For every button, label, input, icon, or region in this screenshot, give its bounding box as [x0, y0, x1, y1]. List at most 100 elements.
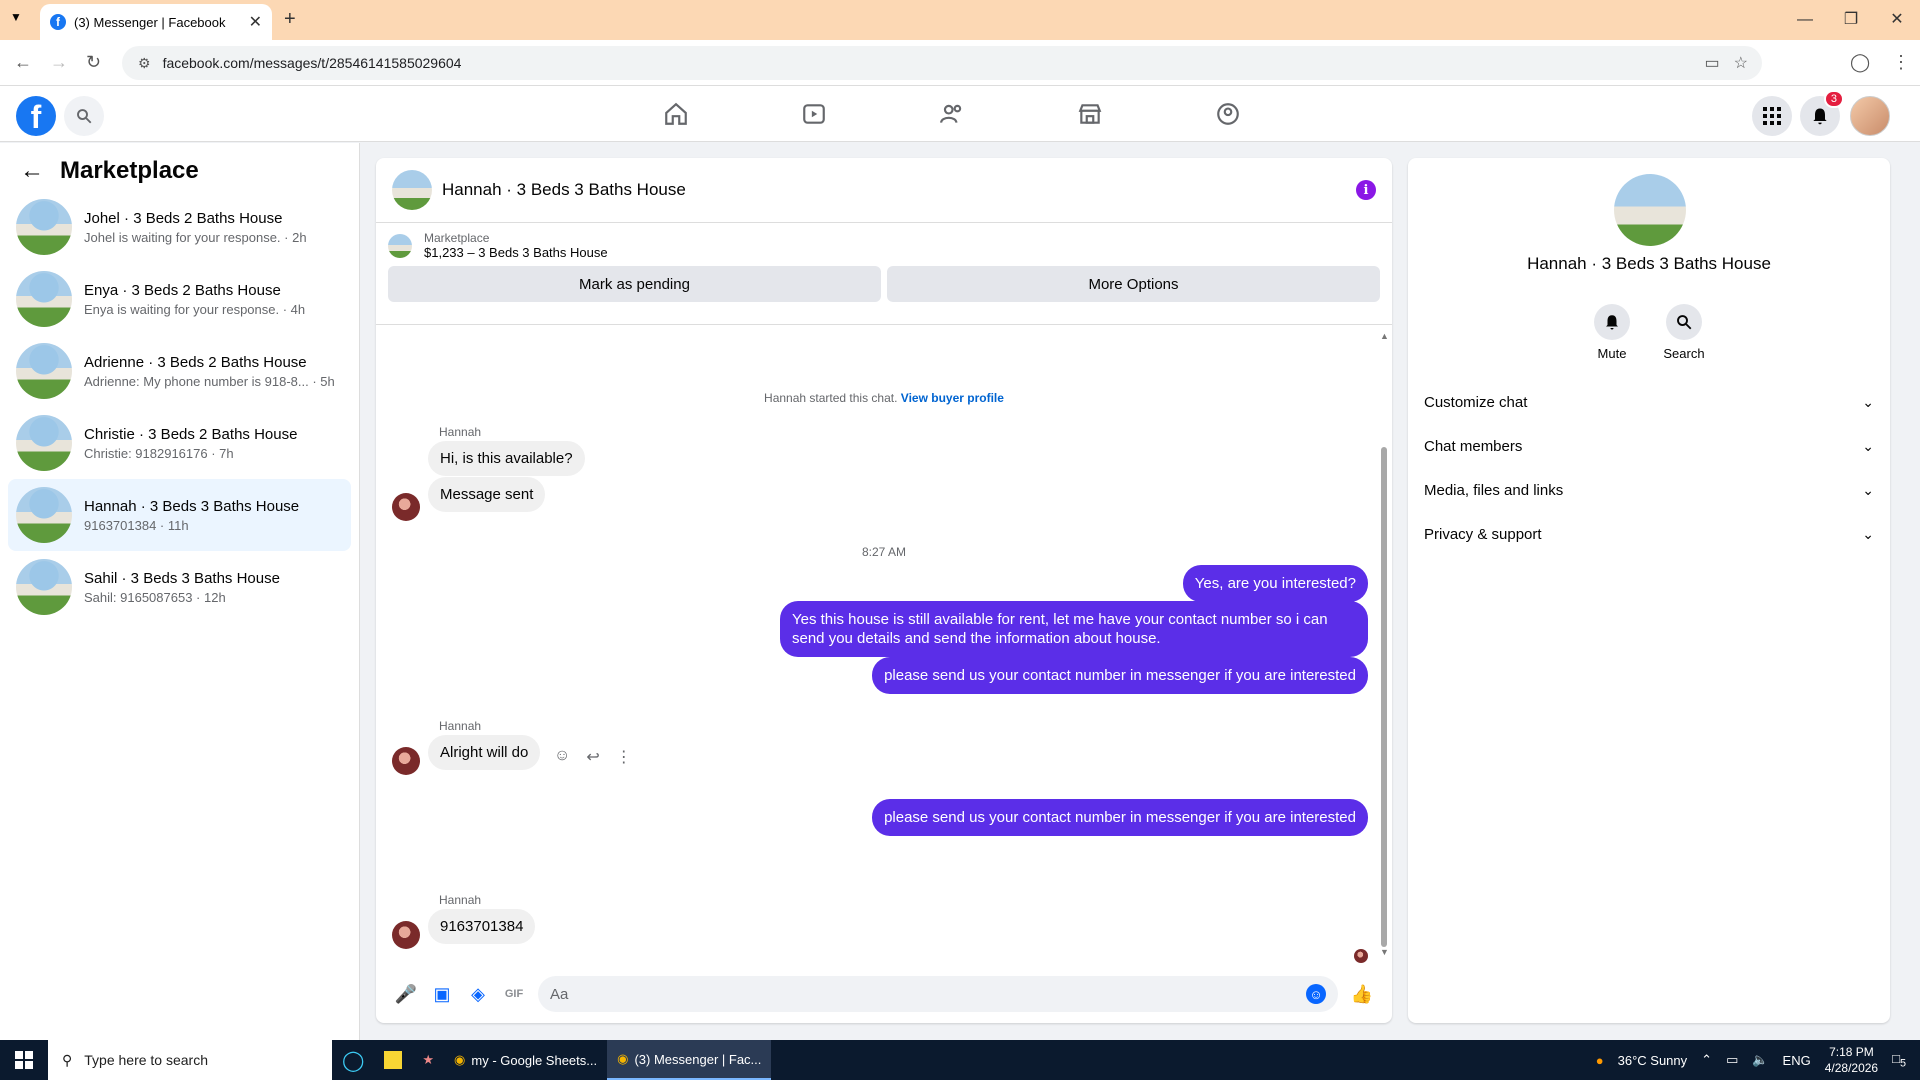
incoming-message[interactable]: Message sent — [428, 477, 546, 512]
new-tab-icon[interactable]: + — [284, 8, 296, 31]
privacy-support-section[interactable]: Privacy & support ⌄ — [1424, 512, 1874, 556]
conversation-item[interactable]: Adrienne · 3 Beds 2 Baths House Adrienne… — [8, 335, 351, 407]
friends-icon[interactable] — [936, 98, 968, 130]
conversation-item[interactable]: Sahil · 3 Beds 3 Baths House Sahil: 9165… — [8, 551, 351, 623]
weather-icon[interactable]: ● — [1596, 1053, 1604, 1068]
chevron-up-icon[interactable]: ⌃ — [1701, 1052, 1712, 1068]
notifications-bell-icon[interactable]: 3 — [1800, 90, 1844, 136]
edge-icon[interactable]: ◯ — [332, 1040, 374, 1080]
sticker-icon[interactable]: ◈ — [460, 976, 496, 1012]
conversation-name: Hannah · 3 Beds 3 Baths House — [84, 497, 300, 515]
back-arrow-icon[interactable]: ← — [14, 52, 32, 73]
weather-text[interactable]: 36°C Sunny — [1618, 1053, 1688, 1068]
language-indicator[interactable]: ENG — [1783, 1053, 1811, 1068]
listing-thumbnail[interactable] — [388, 233, 412, 258]
restore-icon[interactable]: ❐ — [1828, 0, 1874, 40]
bookmark-star-icon[interactable]: ☆ — [1734, 53, 1748, 73]
incoming-message[interactable]: Alright will do — [428, 735, 541, 770]
more-actions-icon[interactable]: ⋮ — [616, 747, 632, 767]
site-info-icon[interactable]: ⚙ — [138, 55, 151, 72]
reply-icon[interactable]: ↩ — [586, 747, 599, 767]
mark-as-pending-button[interactable]: Mark as pending — [388, 266, 881, 302]
sender-avatar[interactable] — [392, 747, 420, 775]
sender-name: Hannah — [439, 719, 482, 733]
windows-start-icon[interactable] — [0, 1040, 48, 1080]
chat-members-section[interactable]: Chat members ⌄ — [1424, 424, 1874, 468]
sender-avatar[interactable] — [392, 921, 420, 949]
marketplace-icon[interactable] — [1074, 98, 1106, 130]
listing-title[interactable]: $1,233 – 3 Beds 3 Baths House — [424, 245, 608, 260]
taskbar-search-box[interactable]: ⚲ Type here to search — [48, 1040, 332, 1080]
mute-button[interactable]: Mute — [1582, 304, 1642, 361]
customize-chat-section[interactable]: Customize chat ⌄ — [1424, 380, 1874, 424]
attach-photo-icon[interactable]: ▣ — [424, 976, 460, 1012]
react-emoji-icon[interactable]: ☺ — [554, 747, 570, 767]
microphone-icon[interactable]: 🎤 — [388, 976, 424, 1012]
chat-avatar[interactable] — [392, 170, 432, 210]
profile-icon[interactable]: ◯ — [1850, 52, 1870, 73]
search-icon: ⚲ — [62, 1051, 73, 1068]
back-arrow-icon[interactable]: ← — [20, 157, 44, 185]
clock-date: 4/28/2026 — [1824, 1061, 1879, 1075]
facebook-logo-icon[interactable]: f — [16, 96, 56, 136]
marketplace-listing-banner: Marketplace $1,233 – 3 Beds 3 Baths Hous… — [376, 223, 1392, 302]
reload-icon[interactable]: ↻ — [86, 52, 101, 73]
sender-avatar[interactable] — [392, 493, 420, 521]
clock[interactable]: 7:18 PM 4/28/2026 — [1825, 1044, 1878, 1076]
outgoing-message[interactable]: Yes, are you interested? — [1182, 565, 1368, 602]
conversation-item[interactable]: Christie · 3 Beds 2 Baths House Christie… — [8, 407, 351, 479]
details-avatar[interactable] — [1614, 174, 1686, 246]
outgoing-message[interactable]: Yes this house is still available for re… — [780, 601, 1368, 657]
notification-count: 5 — [1899, 1057, 1906, 1070]
message-input[interactable]: Aa ☺ — [538, 976, 1338, 1012]
browser-tab-messenger[interactable]: f (3) Messenger | Facebook ✕ — [40, 4, 272, 40]
menu-grid-icon[interactable] — [1752, 96, 1792, 136]
marketplace-conversation-list: ← Marketplace Johel · 3 Beds 2 Baths Hou… — [0, 143, 360, 1040]
outgoing-message[interactable]: please send us your contact number in me… — [872, 799, 1368, 836]
media-files-links-section[interactable]: Media, files and links ⌄ — [1424, 468, 1874, 512]
info-icon[interactable]: i — [1356, 180, 1376, 200]
install-app-icon[interactable]: ▭ — [1705, 53, 1720, 73]
volume-icon[interactable]: 🔈 — [1752, 1052, 1768, 1068]
gif-icon[interactable]: GIF — [496, 976, 532, 1012]
chat-title[interactable]: Hannah · 3 Beds 3 Baths House — [442, 180, 686, 200]
tab-close-icon[interactable]: ✕ — [249, 12, 262, 32]
conversation-item-active[interactable]: Hannah · 3 Beds 3 Baths House 9163701384… — [8, 479, 351, 551]
conversation-preview: Sahil: 9165087653 · 12h — [84, 589, 226, 605]
video-icon[interactable] — [798, 98, 830, 130]
sticky-notes-icon[interactable] — [374, 1040, 412, 1080]
tab-list-chevron-icon[interactable]: ▼ — [10, 10, 22, 24]
network-icon[interactable]: ▭ — [1726, 1052, 1738, 1068]
facebook-search-icon[interactable] — [64, 96, 104, 136]
view-buyer-profile-link[interactable]: View buyer profile — [901, 391, 1004, 405]
incoming-message[interactable]: Hi, is this available? — [428, 441, 585, 476]
taskbar-app-messenger[interactable]: ◉ (3) Messenger | Fac... — [607, 1040, 772, 1080]
search-in-chat-button[interactable]: Search — [1654, 304, 1714, 361]
incoming-message[interactable]: 9163701384 — [428, 909, 536, 944]
notification-center-icon[interactable]: □5 — [1892, 1051, 1906, 1070]
thumbs-up-icon[interactable]: 👍 — [1344, 976, 1380, 1012]
minimize-icon[interactable]: — — [1782, 0, 1828, 40]
browser-menu-icon[interactable]: ⋮ — [1892, 52, 1910, 73]
conversation-item[interactable]: Enya · 3 Beds 2 Baths House Enya is wait… — [8, 263, 351, 335]
scroll-down-icon[interactable]: ▼ — [1380, 947, 1389, 957]
scrollbar-thumb[interactable] — [1381, 447, 1387, 947]
taskbar-search-placeholder: Type here to search — [84, 1052, 209, 1068]
forward-arrow-icon[interactable]: → — [50, 52, 68, 73]
mute-label: Mute — [1597, 346, 1627, 361]
outgoing-message[interactable]: please send us your contact number in me… — [872, 657, 1368, 694]
close-window-icon[interactable]: ✕ — [1874, 0, 1920, 40]
taskbar-app-google-sheets[interactable]: ◉ my - Google Sheets... — [444, 1040, 607, 1080]
home-icon[interactable] — [660, 98, 692, 130]
url-bar[interactable]: ⚙ facebook.com/messages/t/28546141585029… — [122, 46, 1762, 80]
windows-taskbar: ⚲ Type here to search ◯ ★ ◉ my - Google … — [0, 1040, 1920, 1080]
account-avatar[interactable] — [1850, 96, 1890, 136]
app-icon[interactable]: ★ — [412, 1040, 444, 1080]
groups-icon[interactable] — [1212, 98, 1244, 130]
message-scrollbar[interactable]: ▲ ▼ — [1380, 331, 1389, 957]
more-options-button[interactable]: More Options — [887, 266, 1380, 302]
conversation-item[interactable]: Johel · 3 Beds 2 Baths House Johel is wa… — [8, 191, 351, 263]
chevron-down-icon: ⌄ — [1862, 481, 1874, 498]
emoji-icon[interactable]: ☺ — [1306, 984, 1326, 1004]
scroll-up-icon[interactable]: ▲ — [1380, 331, 1389, 341]
